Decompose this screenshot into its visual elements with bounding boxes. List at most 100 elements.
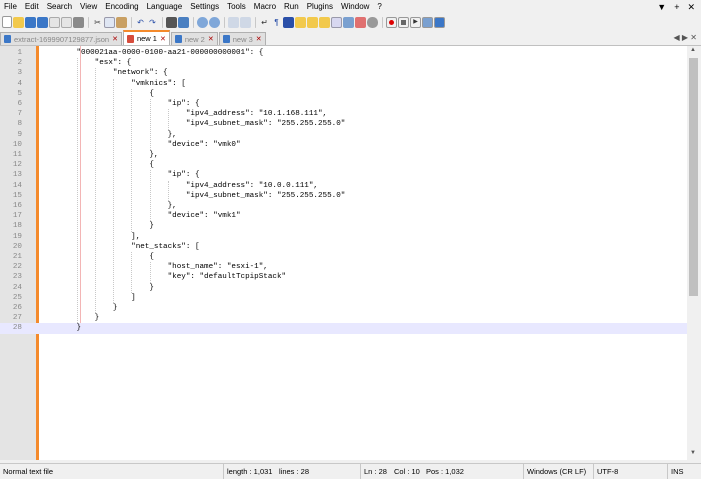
- run-macro-multiple-icon[interactable]: [422, 16, 433, 28]
- tab-new-1[interactable]: new 1 ✕: [122, 30, 170, 45]
- code-line[interactable]: 9 },: [0, 130, 687, 140]
- code-line[interactable]: 8 "ipv4_subnet_mask": "255.255.255.0": [0, 119, 687, 129]
- indent-guide-icon[interactable]: [283, 16, 294, 28]
- tab-scroll-arrows[interactable]: ◀ ▶ ✕: [674, 33, 697, 42]
- code-line[interactable]: 17 "device": "vmk1": [0, 211, 687, 221]
- dropdown-arrow-icon[interactable]: ▼: [657, 2, 666, 12]
- scroll-down-icon[interactable]: ▼: [690, 450, 696, 456]
- add-icon[interactable]: +: [674, 2, 679, 12]
- code-line[interactable]: 14 "ipv4_address": "10.0.0.111",: [0, 181, 687, 191]
- close-tab-icon[interactable]: ✕: [160, 35, 166, 43]
- close-window-icon[interactable]: ✕: [687, 2, 695, 13]
- new-file-icon[interactable]: [2, 16, 12, 28]
- zoom-in-icon[interactable]: [197, 16, 208, 28]
- code-line[interactable]: 3 "network": {: [0, 68, 687, 78]
- sync-horizontal-icon[interactable]: [240, 16, 251, 28]
- code-line[interactable]: 24 }: [0, 283, 687, 293]
- menu-view[interactable]: View: [76, 0, 101, 14]
- folder-workspace-icon[interactable]: [319, 16, 330, 28]
- code-text: {: [40, 161, 154, 170]
- close-tab-icon[interactable]: ✕: [208, 35, 214, 43]
- status-insert-mode[interactable]: INS: [667, 464, 684, 479]
- play-macro-icon[interactable]: ▶: [410, 16, 421, 28]
- close-tab-icon[interactable]: ✕: [256, 35, 262, 43]
- function-list-icon[interactable]: [307, 16, 318, 28]
- cloud-icon[interactable]: [367, 16, 378, 28]
- code-line[interactable]: 7 "ipv4_address": "10.1.168.111",: [0, 109, 687, 119]
- code-line[interactable]: 22 "host_name": "esxi-1",: [0, 262, 687, 272]
- saved-file-icon: [4, 35, 11, 43]
- status-eol[interactable]: Windows (CR LF): [523, 464, 586, 479]
- save-all-icon[interactable]: [37, 16, 48, 28]
- print-icon[interactable]: [73, 16, 84, 28]
- sync-vertical-icon[interactable]: [228, 16, 239, 28]
- code-line[interactable]: 4 "vmknics": [: [0, 79, 687, 89]
- code-line[interactable]: 2 "esx": {: [0, 58, 687, 68]
- tab-extract-json[interactable]: extract-1699907129877.json ✕: [0, 32, 122, 45]
- save-icon[interactable]: [25, 16, 36, 28]
- zoom-out-icon[interactable]: [209, 16, 220, 28]
- record-macro-icon[interactable]: [386, 16, 397, 28]
- code-line[interactable]: 16 },: [0, 201, 687, 211]
- editor-area[interactable]: 1 "000021aa-0000-0100-aa21-000000000001"…: [0, 46, 687, 460]
- code-text: }: [40, 314, 100, 323]
- menu-file[interactable]: File: [0, 0, 21, 14]
- paste-icon[interactable]: [116, 16, 127, 28]
- tab-new-2[interactable]: new 2 ✕: [170, 32, 218, 45]
- close-icon[interactable]: [49, 16, 60, 28]
- doc-map-icon[interactable]: [295, 16, 306, 28]
- code-line[interactable]: 10 "device": "vmk0": [0, 140, 687, 150]
- close-tab-icon[interactable]: ✕: [112, 35, 118, 43]
- code-line[interactable]: 28 }: [0, 323, 687, 334]
- doc-list-icon[interactable]: [331, 16, 342, 28]
- toolbar: ✂ ↶ ↷ ↵ ¶ ▶: [0, 14, 701, 30]
- code-line[interactable]: 1 "000021aa-0000-0100-aa21-000000000001"…: [0, 48, 687, 58]
- open-file-icon[interactable]: [13, 16, 24, 28]
- monitoring-icon[interactable]: [343, 16, 354, 28]
- code-line[interactable]: 13 "ip": {: [0, 170, 687, 180]
- find-icon[interactable]: [166, 16, 177, 28]
- code-line[interactable]: 5 {: [0, 89, 687, 99]
- word-wrap-icon[interactable]: ↵: [259, 17, 270, 28]
- code-line[interactable]: 11 },: [0, 150, 687, 160]
- replace-icon[interactable]: [178, 16, 189, 28]
- menu-run[interactable]: Run: [280, 0, 303, 14]
- cut-icon[interactable]: ✂: [92, 17, 103, 28]
- status-encoding[interactable]: UTF-8: [593, 464, 618, 479]
- undo-icon[interactable]: ↶: [135, 17, 146, 28]
- copy-icon[interactable]: [104, 16, 115, 28]
- redo-icon[interactable]: ↷: [147, 17, 158, 28]
- code-line[interactable]: 26 }: [0, 303, 687, 313]
- code-text: "ipv4_subnet_mask": "255.255.255.0": [40, 191, 346, 200]
- stop-monitoring-icon[interactable]: [355, 16, 366, 28]
- menu-settings[interactable]: Settings: [186, 0, 223, 14]
- code-line[interactable]: 15 "ipv4_subnet_mask": "255.255.255.0": [0, 191, 687, 201]
- vertical-scrollbar[interactable]: ▲ ▼: [687, 46, 701, 460]
- menu-plugins[interactable]: Plugins: [303, 0, 337, 14]
- code-line[interactable]: 23 "key": "defaultTcpipStack": [0, 272, 687, 282]
- code-line[interactable]: 12 {: [0, 160, 687, 170]
- close-all-icon[interactable]: [61, 16, 72, 28]
- code-line[interactable]: 25 ]: [0, 293, 687, 303]
- all-chars-icon[interactable]: ¶: [271, 17, 282, 28]
- code-line[interactable]: 27 }: [0, 313, 687, 323]
- scroll-up-icon[interactable]: ▲: [690, 47, 696, 53]
- menu-language[interactable]: Language: [143, 0, 187, 14]
- code-line[interactable]: 19 ],: [0, 232, 687, 242]
- code-line[interactable]: 18 }: [0, 221, 687, 231]
- menu-search[interactable]: Search: [43, 0, 76, 14]
- tab-new-3[interactable]: new 3 ✕: [218, 32, 266, 45]
- code-line[interactable]: 20 "net_stacks": [: [0, 242, 687, 252]
- code-line[interactable]: 6 "ip": {: [0, 99, 687, 109]
- line-number: 13: [12, 171, 22, 180]
- menu-macro[interactable]: Macro: [250, 0, 280, 14]
- menu-edit[interactable]: Edit: [21, 0, 43, 14]
- code-line[interactable]: 21 {: [0, 252, 687, 262]
- menu-help[interactable]: ?: [373, 0, 385, 14]
- menu-window[interactable]: Window: [337, 0, 373, 14]
- menu-encoding[interactable]: Encoding: [101, 0, 142, 14]
- menu-tools[interactable]: Tools: [223, 0, 250, 14]
- stop-record-icon[interactable]: [398, 16, 409, 28]
- scrollbar-thumb[interactable]: [689, 58, 698, 296]
- save-macro-icon[interactable]: [434, 16, 445, 28]
